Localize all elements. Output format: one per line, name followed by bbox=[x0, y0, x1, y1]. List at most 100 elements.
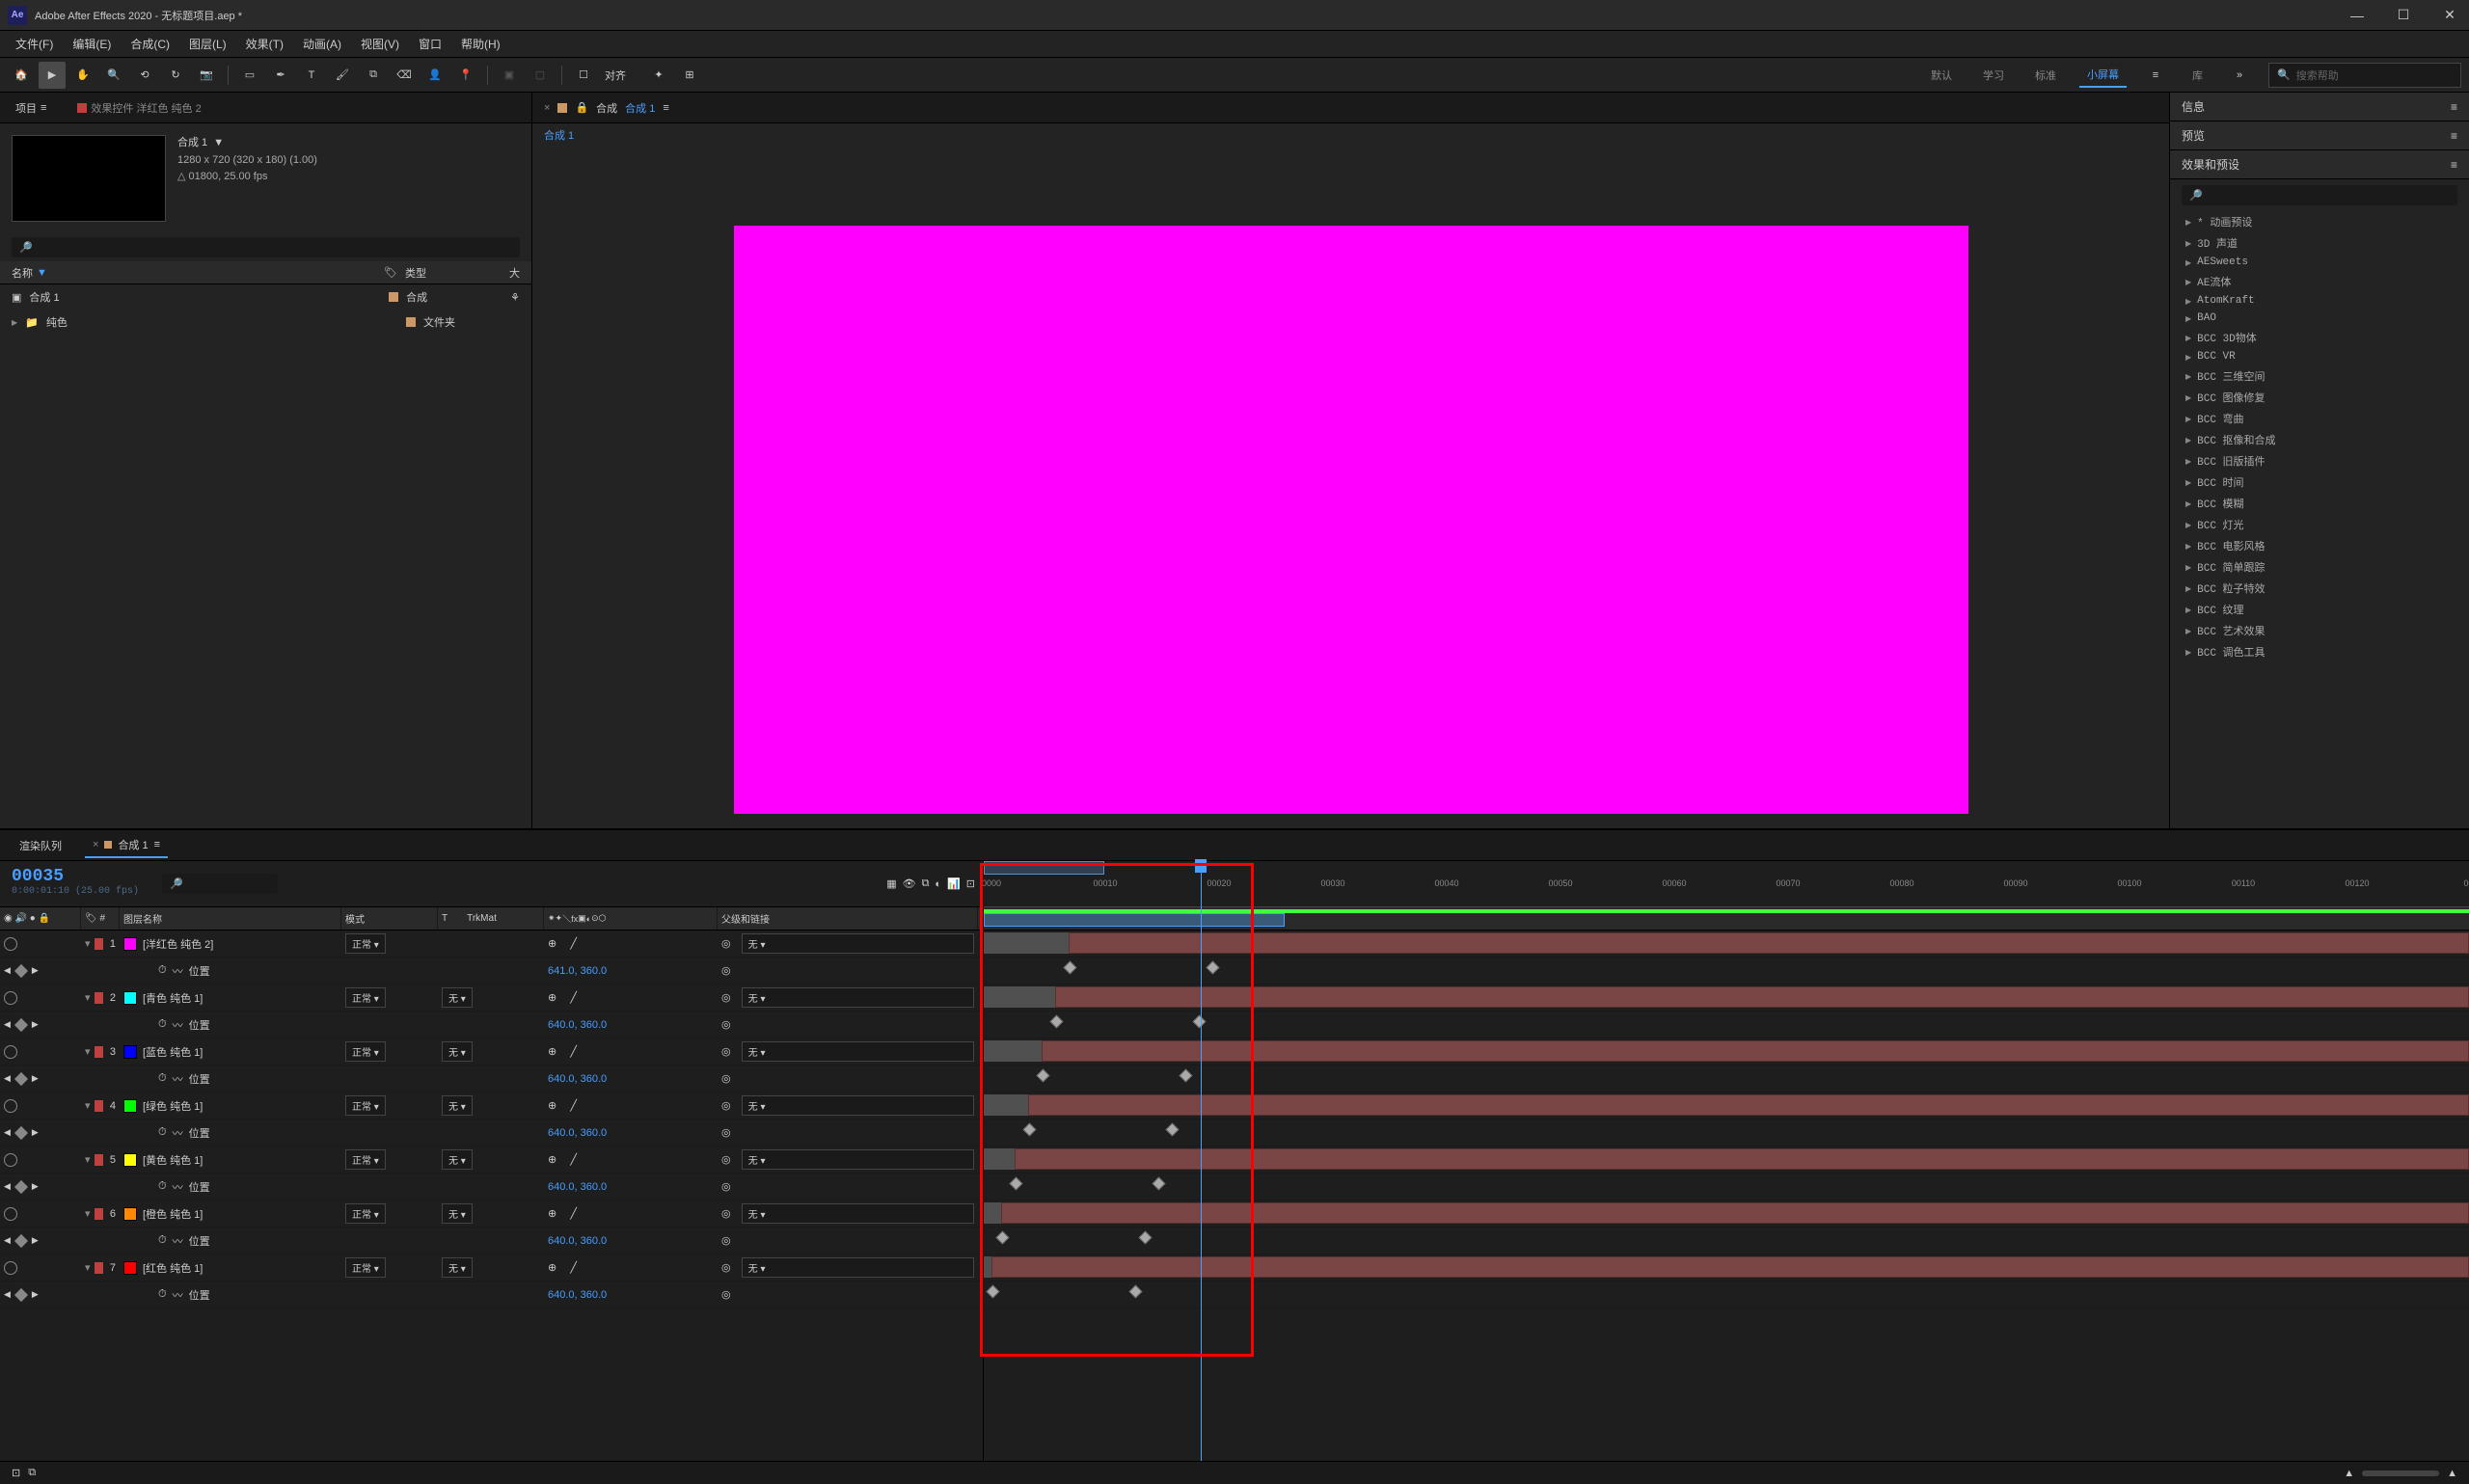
visibility-toggle[interactable] bbox=[4, 1099, 17, 1113]
pickwhip-icon[interactable]: ◎ bbox=[721, 1072, 731, 1085]
effect-category[interactable]: ▶ BCC 简单跟踪 bbox=[2170, 556, 2469, 578]
layer-bar[interactable] bbox=[984, 932, 1069, 954]
layer-track[interactable] bbox=[984, 1039, 2469, 1066]
snapping-icon[interactable]: ✦ bbox=[645, 62, 672, 89]
position-value[interactable]: 640.0, 360.0 bbox=[548, 1127, 607, 1139]
effect-category[interactable]: ▶ BCC 模糊 bbox=[2170, 493, 2469, 514]
layer-label[interactable] bbox=[95, 1154, 103, 1166]
brainstorm-icon[interactable]: ⊡ bbox=[966, 877, 975, 890]
composition-viewport[interactable] bbox=[532, 147, 2169, 893]
layer-bar[interactable] bbox=[984, 1256, 991, 1278]
chevron-right-icon[interactable]: ▶ bbox=[12, 318, 17, 327]
layer-track[interactable] bbox=[984, 985, 2469, 1012]
layer-bar[interactable] bbox=[1042, 1040, 2469, 1062]
graph-icon[interactable]: 〰 bbox=[173, 1017, 183, 1033]
switch-icon[interactable]: ╱ bbox=[570, 991, 577, 1004]
parent-dropdown[interactable]: 无 ▾ bbox=[742, 1095, 974, 1116]
comp-thumbnail[interactable] bbox=[12, 135, 166, 222]
work-area-bar[interactable] bbox=[984, 913, 1285, 927]
pickwhip-icon[interactable]: ◎ bbox=[721, 1126, 731, 1139]
lock-icon[interactable]: 🔒 bbox=[39, 913, 50, 924]
property-name[interactable]: 位置 bbox=[189, 1125, 210, 1141]
help-search[interactable]: 🔍 搜索帮助 bbox=[2268, 63, 2461, 88]
rotate-tool[interactable]: ↻ bbox=[162, 62, 189, 89]
solo-icon[interactable]: ● bbox=[30, 913, 36, 924]
pen-tool[interactable]: ✒ bbox=[267, 62, 294, 89]
switch-icon[interactable]: ╱ bbox=[570, 1045, 577, 1058]
effect-category[interactable]: ▶ 3D 声道 bbox=[2170, 232, 2469, 254]
hand-tool[interactable]: ✋ bbox=[69, 62, 96, 89]
keyframe[interactable] bbox=[1063, 960, 1076, 974]
frame-blend-icon[interactable]: ⧉ bbox=[922, 877, 930, 890]
parent-dropdown[interactable]: 无 ▾ bbox=[742, 1203, 974, 1224]
keyframe-toggle[interactable] bbox=[14, 1017, 28, 1031]
layer-label[interactable] bbox=[95, 992, 103, 1004]
parent-dropdown[interactable]: 无 ▾ bbox=[742, 1149, 974, 1170]
stopwatch-icon[interactable]: ⏱ bbox=[158, 1072, 167, 1085]
preview-panel-header[interactable]: 预览≡ bbox=[2170, 121, 2469, 150]
close-tab-icon[interactable]: × bbox=[93, 839, 98, 850]
graph-editor-icon[interactable]: 📊 bbox=[947, 877, 961, 890]
effect-category[interactable]: ▶ BAO bbox=[2170, 310, 2469, 327]
playhead[interactable] bbox=[1201, 861, 1202, 1461]
switch-icon[interactable]: ⊕ bbox=[548, 937, 556, 950]
property-row[interactable]: ◀▶ ⏱〰位置 640.0, 360.0 ◎ bbox=[0, 1012, 983, 1039]
timeline-layer[interactable]: ▾ 1 [洋红色 纯色 2] 正常 ▾ ⊕ ╱ ◎ 无 ▾ bbox=[0, 931, 983, 958]
graph-icon[interactable]: 〰 bbox=[173, 1233, 183, 1249]
position-value[interactable]: 640.0, 360.0 bbox=[548, 1181, 607, 1193]
layer-name[interactable]: [黄色 纯色 1] bbox=[143, 1152, 203, 1168]
property-row[interactable]: ◀▶ ⏱〰位置 640.0, 360.0 ◎ bbox=[0, 1066, 983, 1093]
menu-edit[interactable]: 编辑(E) bbox=[65, 32, 119, 56]
parent-dropdown[interactable]: 无 ▾ bbox=[742, 1041, 974, 1062]
layer-bar[interactable] bbox=[984, 1094, 1028, 1116]
effect-category[interactable]: ▶ BCC 抠像和合成 bbox=[2170, 429, 2469, 450]
keyframe[interactable] bbox=[1165, 1122, 1179, 1136]
keyframe-track[interactable] bbox=[984, 1282, 2469, 1309]
close-tab-icon[interactable]: × bbox=[544, 102, 550, 114]
prev-key-icon[interactable]: ◀ bbox=[4, 1181, 11, 1192]
comp-mini-icon[interactable]: ▦ bbox=[886, 877, 896, 890]
property-name[interactable]: 位置 bbox=[189, 963, 210, 979]
layer-bar[interactable] bbox=[991, 1256, 2469, 1278]
switch-icon[interactable]: ⊕ bbox=[548, 991, 556, 1004]
menu-file[interactable]: 文件(F) bbox=[8, 32, 61, 56]
keyframe[interactable] bbox=[1206, 960, 1219, 974]
property-name[interactable]: 位置 bbox=[189, 1017, 210, 1033]
parent-dropdown[interactable]: 无 ▾ bbox=[742, 1257, 974, 1278]
motion-blur-icon[interactable]: ◐ bbox=[935, 878, 941, 890]
position-value[interactable]: 640.0, 360.0 bbox=[548, 1073, 607, 1085]
switch-icon[interactable]: ╱ bbox=[570, 1153, 577, 1166]
layer-name[interactable]: [蓝色 纯色 1] bbox=[143, 1044, 203, 1060]
stopwatch-icon[interactable]: ⏱ bbox=[158, 1288, 167, 1301]
keyframe[interactable] bbox=[1022, 1122, 1036, 1136]
prev-key-icon[interactable]: ◀ bbox=[4, 965, 11, 976]
blend-mode-dropdown[interactable]: 正常 ▾ bbox=[345, 1257, 386, 1278]
clone-tool[interactable]: ⧉ bbox=[360, 62, 387, 89]
workspace-menu-icon[interactable]: ≡ bbox=[2142, 62, 2169, 89]
blend-mode-dropdown[interactable]: 正常 ▾ bbox=[345, 1095, 386, 1116]
stopwatch-icon[interactable]: ⏱ bbox=[158, 1018, 167, 1031]
col-trkmat[interactable]: TrkMat bbox=[467, 913, 497, 924]
menu-help[interactable]: 帮助(H) bbox=[453, 32, 508, 56]
col-layer-name[interactable]: 图层名称 bbox=[120, 907, 341, 930]
pickwhip-icon[interactable]: ◎ bbox=[721, 991, 731, 1004]
prev-key-icon[interactable]: ◀ bbox=[4, 1235, 11, 1246]
keyframe-toggle[interactable] bbox=[14, 1125, 28, 1139]
col-parent[interactable]: 父级和链接 bbox=[718, 907, 978, 930]
tab-menu-icon[interactable]: ≡ bbox=[154, 839, 160, 850]
type-tool[interactable]: T bbox=[298, 62, 325, 89]
visibility-toggle[interactable] bbox=[4, 1207, 17, 1221]
timeline-layer[interactable]: ▾ 2 [青色 纯色 1] 正常 ▾ 无 ▾ ⊕ ╱ ◎ 无 ▾ bbox=[0, 985, 983, 1012]
zoom-tool[interactable]: 🔍 bbox=[100, 62, 127, 89]
pickwhip-icon[interactable]: ◎ bbox=[721, 1153, 731, 1166]
position-value[interactable]: 640.0, 360.0 bbox=[548, 1289, 607, 1301]
keyframe-toggle[interactable] bbox=[14, 1179, 28, 1193]
workspace-standard[interactable]: 标准 bbox=[2027, 64, 2064, 87]
keyframe-track[interactable] bbox=[984, 1066, 2469, 1093]
switch-icon[interactable]: ⊕ bbox=[548, 1045, 556, 1058]
effect-category[interactable]: ▶ AESweets bbox=[2170, 254, 2469, 271]
shape-tool[interactable]: ▭ bbox=[236, 62, 263, 89]
property-row[interactable]: ◀▶ ⏱〰位置 640.0, 360.0 ◎ bbox=[0, 1120, 983, 1147]
keyframe[interactable] bbox=[1152, 1176, 1165, 1190]
header-size[interactable]: 大 bbox=[509, 265, 520, 281]
